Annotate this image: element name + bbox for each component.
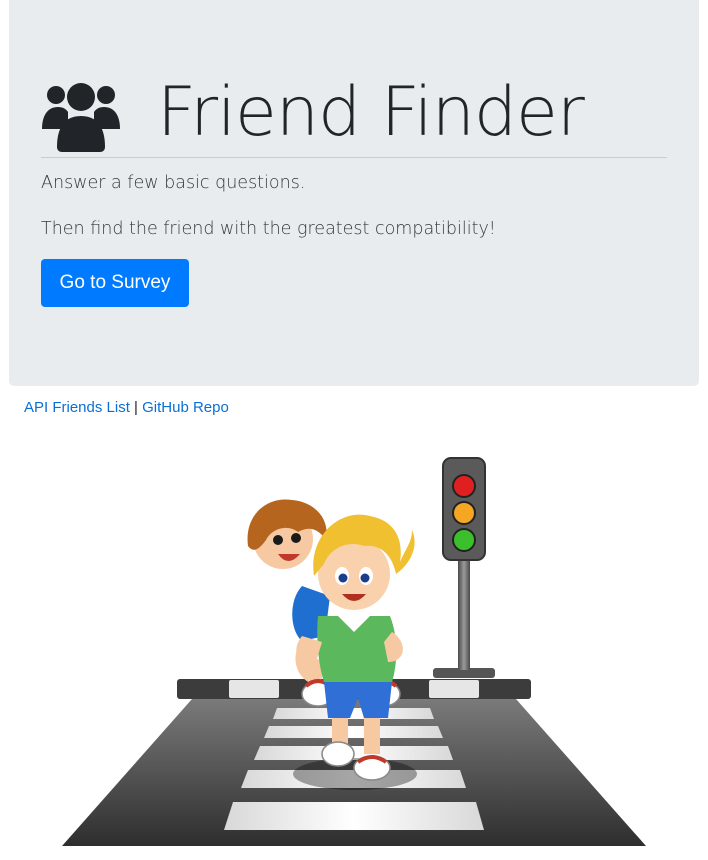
page-title: Friend Finder xyxy=(157,73,585,152)
go-to-survey-button[interactable]: Go to Survey xyxy=(41,259,189,307)
intro-line-2: Then find the friend with the greatest c… xyxy=(41,219,496,239)
friends-crossing-illustration xyxy=(62,457,646,846)
title-row: Friend Finder xyxy=(41,68,585,158)
intro-line-1: Answer a few basic questions. xyxy=(41,173,306,193)
api-friends-list-link[interactable]: API Friends List xyxy=(24,399,130,416)
footer-links: API Friends List | GitHub Repo xyxy=(24,399,229,416)
jumbotron: Friend Finder Answer a few basic questio… xyxy=(9,0,699,386)
divider xyxy=(41,157,667,158)
github-repo-link[interactable]: GitHub Repo xyxy=(142,399,229,416)
traffic-light xyxy=(433,457,495,678)
link-separator: | xyxy=(134,399,138,416)
users-icon xyxy=(42,83,120,152)
